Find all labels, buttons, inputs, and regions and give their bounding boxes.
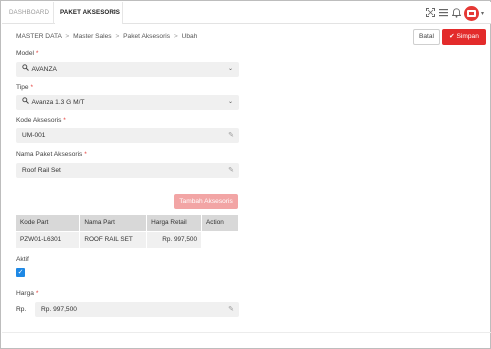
nama-label-text: Nama Paket Aksesoris (16, 151, 83, 158)
table-cell: Rp. 997,500 (146, 230, 203, 248)
tipe-label: Tipe * (16, 84, 33, 91)
aktif-checkbox[interactable]: ✓ (16, 268, 25, 277)
table-cell: PZW01-L6301 (16, 230, 81, 248)
tipe-value: Avanza 1.3 G M/T (31, 99, 85, 106)
pencil-icon: ✎ (228, 167, 234, 174)
required-marker: * (63, 117, 66, 124)
nama-value: Roof Rail Set (22, 167, 61, 174)
search-icon (22, 95, 30, 110)
tab-label: PAKET AKSESORIS (60, 9, 120, 16)
save-button-label: Simpan (456, 33, 479, 40)
model-select[interactable]: AVANZA ⌄ (16, 62, 239, 77)
required-marker: * (35, 290, 39, 297)
tipe-label-text: Tipe (16, 84, 29, 91)
bell-icon[interactable] (451, 8, 462, 19)
cancel-button[interactable]: Batal (413, 29, 440, 45)
menu-icon[interactable] (438, 8, 449, 19)
model-label-text: Model (16, 50, 34, 57)
breadcrumb-item[interactable]: MASTER DATA (16, 33, 62, 40)
pencil-icon: ✎ (228, 306, 234, 313)
avatar-icon[interactable] (464, 6, 479, 21)
column-header: Nama Part (79, 215, 148, 231)
nama-paket-field[interactable]: Roof Rail Set ✎ (16, 163, 239, 178)
chevron-down-icon: ⌄ (227, 66, 233, 72)
required-marker: * (30, 84, 34, 91)
currency-prefix: Rp. (16, 306, 27, 313)
breadcrumb: MASTER DATA > Master Sales > Paket Akses… (16, 33, 197, 40)
model-value: AVANZA (31, 66, 57, 73)
table-cell: ROOF RAIL SET (79, 230, 148, 248)
expand-icon[interactable] (425, 8, 436, 19)
breadcrumb-item[interactable]: Master Sales (73, 33, 111, 40)
pencil-icon: ✎ (228, 132, 234, 139)
column-header: Harga Retail (146, 215, 203, 231)
nama-paket-label: Nama Paket Aksesoris * (16, 151, 87, 158)
column-header: Kode Part (16, 215, 81, 231)
divider (2, 332, 491, 333)
check-icon: ✔ (449, 33, 455, 40)
kode-aksesoris-field[interactable]: UM-001 ✎ (16, 128, 239, 143)
table-row: PZW01-L6301 ROOF RAIL SET Rp. 997,500 (16, 230, 239, 248)
tipe-select[interactable]: Avanza 1.3 G M/T ⌄ (16, 95, 239, 110)
kode-label-text: Kode Aksesoris (16, 117, 62, 124)
breadcrumb-separator: > (173, 33, 178, 40)
required-marker: * (84, 151, 87, 158)
tab-paket-aksesoris[interactable]: PAKET AKSESORIS × (55, 2, 123, 24)
column-header: Action (201, 215, 239, 231)
breadcrumb-item-current: Ubah (181, 33, 198, 40)
harga-value: Rp. 997,500 (41, 306, 77, 313)
app-window: DASHBOARD PAKET AKSESORIS × ▾ MASTER DAT… (0, 0, 491, 349)
table-cell-action (201, 230, 239, 248)
harga-field[interactable]: Rp. 997,500 ✎ (35, 302, 239, 317)
table-header-row: Kode Part Nama Part Harga Retail Action (16, 215, 239, 231)
harga-label-text: Harga (16, 290, 34, 297)
required-marker: * (35, 50, 39, 57)
harga-label: Harga * (16, 290, 38, 297)
aktif-label: Aktif (16, 256, 29, 263)
save-button[interactable]: ✔ Simpan (442, 29, 486, 45)
breadcrumb-item[interactable]: Paket Aksesoris (123, 33, 170, 40)
close-icon[interactable]: × (113, 2, 117, 24)
chevron-down-icon[interactable]: ▾ (481, 10, 484, 17)
model-label: Model * (16, 50, 38, 57)
kode-label: Kode Aksesoris * (16, 117, 66, 124)
tab-dashboard[interactable]: DASHBOARD (5, 2, 54, 24)
breadcrumb-separator: > (65, 33, 70, 40)
chevron-down-icon: ⌄ (227, 99, 233, 105)
tab-bar: DASHBOARD PAKET AKSESORIS × ▾ (2, 2, 491, 24)
kode-value: UM-001 (22, 132, 46, 139)
accessory-table: Kode Part Nama Part Harga Retail Action … (16, 215, 239, 248)
breadcrumb-separator: > (115, 33, 120, 40)
add-accessory-button[interactable]: Tambah Aksesoris (174, 194, 238, 209)
search-icon (22, 62, 30, 77)
